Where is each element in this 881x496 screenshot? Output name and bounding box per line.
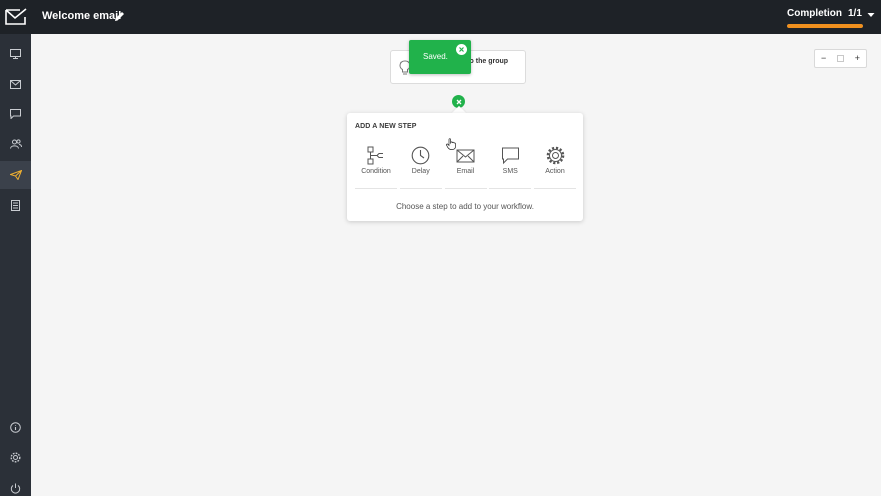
step-label: Action (545, 168, 565, 175)
pencil-icon[interactable] (114, 11, 125, 22)
zoom-in-button[interactable]: + (855, 54, 860, 63)
sidebar-item-conversations[interactable] (0, 100, 31, 128)
completion-progress-fill (787, 24, 863, 28)
paper-plane-icon (9, 170, 22, 180)
step-label: SMS (502, 168, 518, 175)
step-option-action[interactable]: Action (534, 143, 576, 189)
sidebar-item-info[interactable] (0, 413, 31, 441)
envelope-icon (456, 149, 475, 163)
close-icon (459, 47, 464, 52)
step-label: Delay (411, 168, 430, 175)
step-label: Email (456, 168, 475, 175)
document-icon (11, 199, 20, 211)
sidebar-item-campaigns[interactable] (0, 70, 31, 98)
info-icon (10, 421, 21, 433)
zoom-out-button[interactable]: − (821, 54, 826, 63)
sidebar-item-settings[interactable] (0, 443, 31, 471)
step-option-delay[interactable]: Delay (399, 143, 442, 189)
gear-icon (10, 451, 21, 463)
sidebar-item-reports[interactable] (0, 191, 31, 219)
sidebar-item-contacts[interactable] (0, 130, 31, 158)
sidebar-item-dashboard[interactable] (0, 40, 31, 68)
envelope-check-logo-icon (4, 8, 27, 25)
power-icon (10, 483, 21, 493)
step-option-condition[interactable]: Condition (355, 143, 397, 189)
contacts-icon (9, 139, 22, 149)
top-bar: Welcome email Completion 1/1 (31, 0, 881, 34)
panel-hint: Choose a step to add to your workflow. (396, 202, 534, 211)
zoom-fit-icon[interactable] (837, 55, 844, 62)
step-label: Condition (361, 168, 391, 175)
clock-icon (411, 146, 430, 165)
close-icon (456, 99, 461, 104)
toast-message: Saved. (423, 52, 448, 61)
workflow-title: Welcome email (42, 10, 122, 22)
toast-close-button[interactable] (456, 44, 467, 55)
sidebar (0, 0, 31, 496)
completion-label: Completion (787, 8, 842, 19)
completion-progress-bar (787, 24, 863, 28)
step-option-sms[interactable]: SMS (489, 143, 532, 189)
step-options: Condition Delay Email SMS Action (355, 143, 576, 189)
hand-cursor-icon (446, 138, 456, 150)
chevron-down-icon[interactable] (867, 12, 875, 18)
sidebar-item-logout[interactable] (0, 474, 31, 496)
panel-title: ADD A NEW STEP (355, 123, 417, 130)
zoom-controls: − + (814, 49, 867, 68)
monitor-icon (10, 49, 21, 59)
app-logo[interactable] (0, 0, 31, 34)
workflow-canvas[interactable]: − + d to the group Saved. ADD A NEW STEP (31, 34, 881, 496)
add-step-panel: ADD A NEW STEP Condition Delay Email SMS… (347, 113, 583, 221)
completion-count[interactable]: 1/1 (848, 8, 862, 19)
condition-icon (367, 146, 383, 165)
chat-bubble-icon (501, 147, 519, 165)
saved-toast: Saved. (409, 40, 471, 74)
envelope-icon (10, 79, 21, 89)
chat-icon (10, 109, 21, 119)
gear-icon (546, 146, 564, 165)
sidebar-item-automation[interactable] (0, 161, 31, 189)
